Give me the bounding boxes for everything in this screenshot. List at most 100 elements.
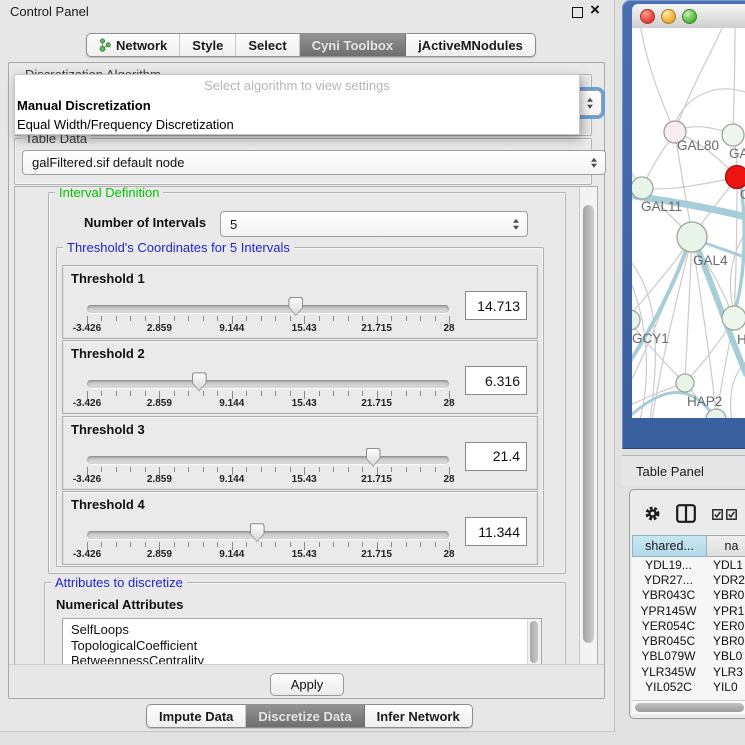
- zoom-traffic-light-icon[interactable]: [682, 9, 697, 24]
- table-data-combobox[interactable]: galFiltered.sif default node: [22, 150, 606, 175]
- threshold-slider-thumb[interactable]: [288, 297, 303, 316]
- tick-mark: [174, 542, 175, 547]
- control-panel-tab-bar: Network StyleSelectCyni ToolboxjActiveMNo…: [86, 33, 536, 57]
- tick-label: 2.859: [147, 398, 172, 409]
- network-node[interactable]: [722, 124, 744, 146]
- tick-mark: [130, 391, 131, 396]
- algorithm-option[interactable]: Equal Width/Frequency Discretization: [15, 115, 579, 134]
- network-node[interactable]: [726, 166, 745, 189]
- network-node[interactable]: [632, 177, 653, 199]
- threshold-slider-track[interactable]: [87, 305, 449, 313]
- column-header-name[interactable]: na: [707, 535, 745, 557]
- bottom-tab-label: Impute Data: [159, 709, 233, 724]
- threshold-slider-track[interactable]: [87, 531, 449, 539]
- tab-jactivemnodules[interactable]: jActiveMNodules: [406, 34, 535, 56]
- bottom-tab-discretize-data[interactable]: Discretize Data: [246, 705, 364, 727]
- numerical-attributes-list[interactable]: SelfLoopsTopologicalCoefficientBetweenne…: [62, 618, 542, 665]
- tick-label: 9.144: [219, 474, 244, 485]
- threshold-value-field[interactable]: 21.4: [465, 442, 527, 471]
- table-row[interactable]: YER054CYER0: [632, 618, 745, 633]
- tick-mark: [174, 467, 175, 472]
- network-node[interactable]: [632, 310, 640, 330]
- tick-mark: [261, 391, 262, 396]
- threshold-slider-thumb[interactable]: [250, 523, 265, 542]
- float-window-icon[interactable]: [572, 7, 583, 18]
- threshold-value-field[interactable]: 6.316: [465, 366, 527, 395]
- list-scrollbar[interactable]: [527, 619, 541, 665]
- network-node-label: GAL4: [693, 253, 728, 268]
- tab-network[interactable]: Network: [87, 34, 180, 56]
- tick-mark: [145, 391, 146, 396]
- threshold-value-field[interactable]: 14.713: [465, 291, 527, 320]
- tick-mark: [362, 391, 363, 396]
- tick-label: -3.426: [73, 549, 101, 560]
- apply-button[interactable]: Apply: [270, 673, 344, 696]
- checkbox-pair-icon[interactable]: [712, 509, 738, 520]
- network-node[interactable]: [677, 222, 707, 252]
- network-node-label: GAL11: [641, 199, 682, 214]
- tab-label: Network: [116, 38, 167, 53]
- number-of-intervals-combobox[interactable]: 5: [220, 211, 528, 237]
- cell-shared-name: YLR345W: [632, 665, 705, 679]
- tick-mark: [246, 467, 247, 472]
- tick-mark: [290, 391, 291, 396]
- gear-icon[interactable]: [644, 505, 661, 522]
- split-columns-icon[interactable]: [676, 504, 696, 523]
- list-scrollbar-thumb[interactable]: [530, 621, 538, 663]
- table-row[interactable]: YLR345WYLR3: [632, 664, 745, 679]
- network-view-window: GAL80GACGAL11GAL4GCY1HHAP2: [622, 0, 745, 449]
- table-row[interactable]: YBR043CYBR0: [632, 588, 745, 603]
- network-node-label: C: [740, 187, 745, 202]
- tick-mark: [188, 467, 189, 472]
- column-header-shared-name[interactable]: shared...: [632, 535, 707, 557]
- algorithm-option[interactable]: Manual Discretization: [15, 96, 579, 115]
- cell-name: YIL0: [705, 680, 745, 694]
- close-traffic-light-icon[interactable]: [640, 9, 655, 24]
- minimize-traffic-light-icon[interactable]: [661, 9, 676, 24]
- bottom-tab-infer-network[interactable]: Infer Network: [365, 705, 472, 727]
- network-graph[interactable]: GAL80GACGAL11GAL4GCY1HHAP2: [632, 28, 745, 418]
- attribute-item[interactable]: TopologicalCoefficient: [71, 638, 541, 654]
- tick-mark: [130, 467, 131, 472]
- horizontal-scrollbar[interactable]: [632, 700, 745, 714]
- tick-label: 9.144: [219, 323, 244, 334]
- table-row[interactable]: YPR145WYPR1: [632, 603, 745, 618]
- tick-label: 21.715: [361, 549, 392, 560]
- tab-cyni-toolbox[interactable]: Cyni Toolbox: [300, 34, 406, 56]
- table-row[interactable]: YIL052CYIL0: [632, 679, 745, 694]
- cell-shared-name: YIL052C: [632, 680, 705, 694]
- table-row[interactable]: YDR27...YDR2: [632, 572, 745, 587]
- tick-mark: [435, 316, 436, 321]
- close-panel-icon[interactable]: ×: [590, 0, 600, 20]
- threshold-slider-thumb[interactable]: [192, 372, 207, 391]
- vertical-scrollbar[interactable]: [579, 187, 597, 664]
- threshold-slider-thumb[interactable]: [366, 448, 381, 467]
- table-row[interactable]: YDL19...YDL1: [632, 557, 745, 572]
- tick-mark: [406, 391, 407, 396]
- table-row[interactable]: YBL079WYBL0: [632, 649, 745, 664]
- horizontal-scrollbar-thumb[interactable]: [635, 703, 744, 712]
- cell-shared-name: YDR27...: [632, 573, 705, 587]
- tick-mark: [275, 467, 276, 472]
- threshold-slider-track[interactable]: [87, 380, 449, 388]
- network-window-titlebar[interactable]: [632, 4, 745, 29]
- network-node[interactable]: [722, 306, 745, 330]
- tick-mark: [275, 391, 276, 396]
- tab-style[interactable]: Style: [180, 34, 236, 56]
- table-body: YDL19...YDL1YDR27...YDR2YBR043CYBR0YPR14…: [632, 557, 745, 700]
- network-canvas[interactable]: GAL80GACGAL11GAL4GCY1HHAP2: [632, 28, 745, 418]
- vertical-scrollbar-thumb[interactable]: [583, 205, 594, 643]
- network-node[interactable]: [676, 374, 694, 392]
- threshold-label: Threshold 3: [71, 422, 145, 437]
- table-row[interactable]: YBR045CYBR0: [632, 633, 745, 648]
- tick-mark: [174, 391, 175, 396]
- table-panel-window: shared... na YDL19...YDL1YDR27...YDR2YBR…: [629, 489, 745, 719]
- threshold-slider-track[interactable]: [87, 456, 449, 464]
- tick-mark: [420, 542, 421, 547]
- threshold-panel: Threshold 4-3.4262.8599.14415.4321.71528…: [62, 491, 538, 565]
- tab-select[interactable]: Select: [236, 34, 299, 56]
- attribute-item[interactable]: SelfLoops: [71, 622, 541, 638]
- threshold-value-field[interactable]: 11.344: [465, 517, 527, 546]
- cyni-toolbox-panel: Discretization Algorithm Table Data galF…: [8, 62, 605, 699]
- bottom-tab-impute-data[interactable]: Impute Data: [147, 705, 246, 727]
